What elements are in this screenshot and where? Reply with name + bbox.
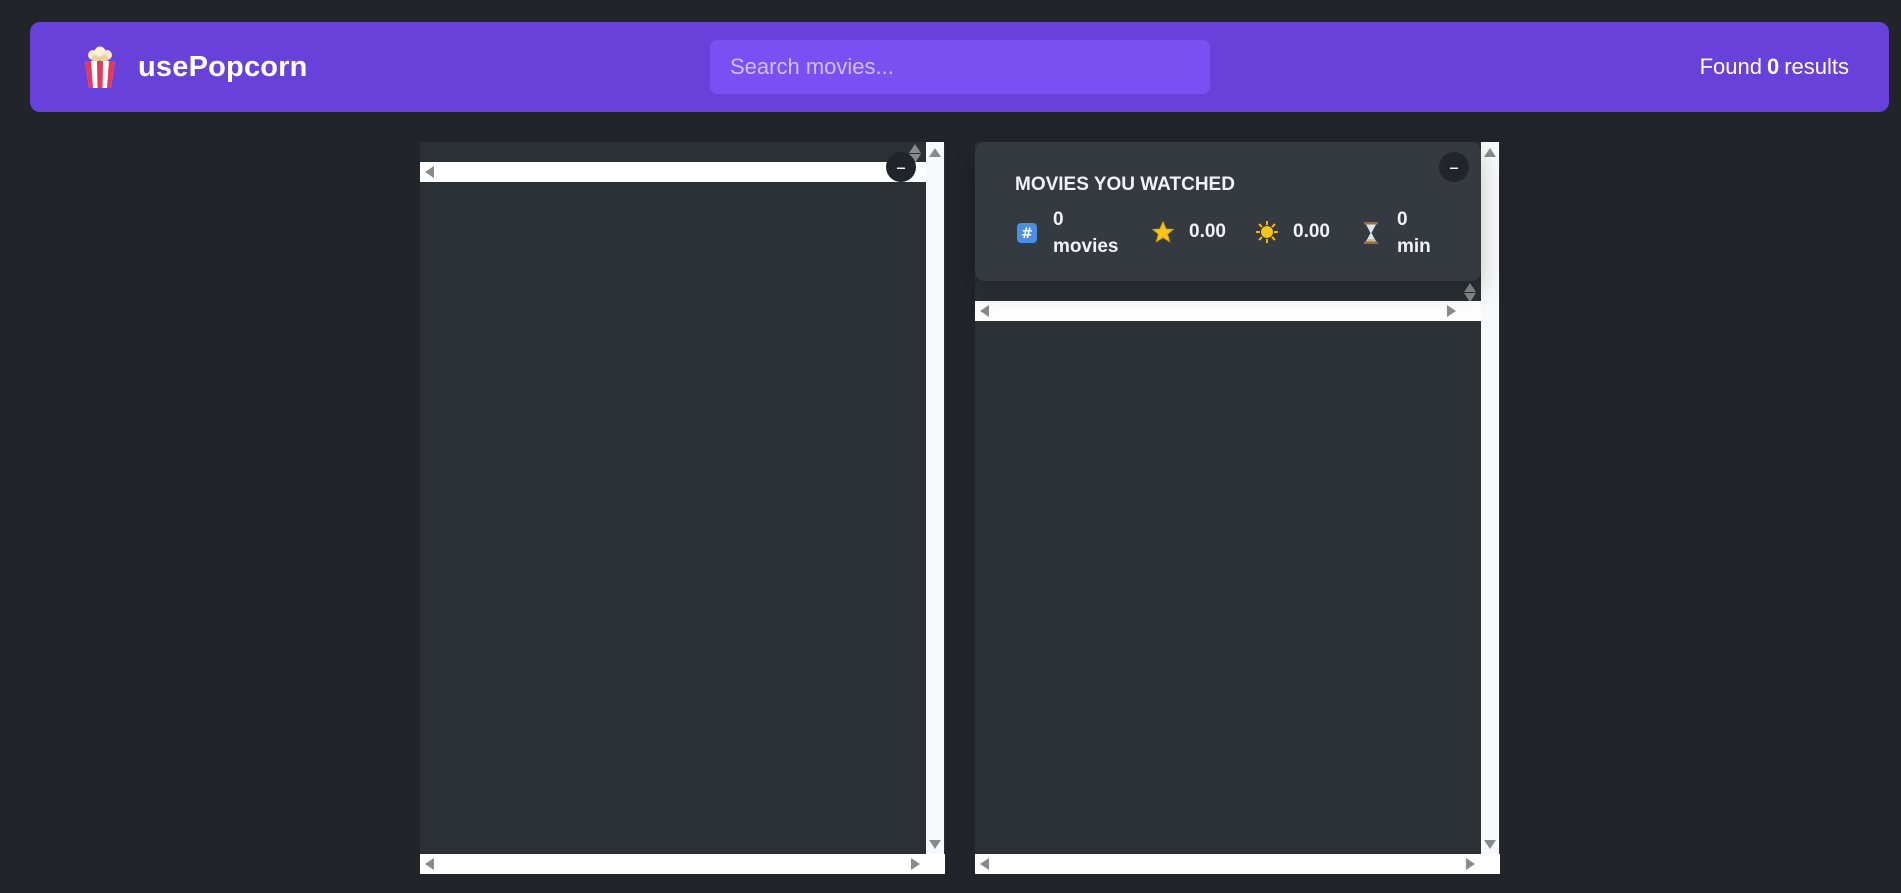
results-prefix: Found [1699, 54, 1762, 79]
watched-bottom-hscrollbar[interactable] [975, 854, 1500, 874]
scroll-right-icon[interactable] [911, 858, 920, 870]
scroll-right-icon[interactable] [1447, 305, 1456, 317]
toggle-watched-button[interactable]: – [1439, 152, 1469, 182]
avg-imdb-rating: 0.00 [1189, 221, 1226, 242]
scroll-left-icon[interactable] [980, 858, 989, 870]
scroll-up-icon[interactable] [909, 144, 921, 153]
scroll-left-icon[interactable] [425, 858, 434, 870]
stat-avg-user: 0.00 [1255, 220, 1330, 244]
scroll-right-icon[interactable] [1466, 858, 1475, 870]
watched-vscrollbar[interactable] [1481, 142, 1499, 874]
stat-runtime: 0 min [1359, 206, 1431, 260]
popcorn-icon [85, 46, 115, 88]
scroll-up-icon[interactable] [1464, 283, 1476, 292]
sun-icon [1256, 221, 1278, 243]
results-count: 0 [1766, 54, 1780, 79]
movies-count: 0 [1053, 209, 1064, 230]
scroll-left-icon[interactable] [980, 305, 989, 317]
watched-mid-hscrollbar[interactable] [975, 301, 1481, 321]
scroll-up-icon[interactable] [1484, 148, 1496, 157]
hash-icon: # [1017, 223, 1037, 243]
search-input[interactable] [710, 40, 1210, 94]
star-icon [1151, 220, 1175, 243]
results-vscrollbar[interactable] [926, 142, 944, 874]
app-title: usePopcorn [138, 50, 308, 83]
scroll-down-icon[interactable] [929, 840, 941, 849]
movies-label: movies [1053, 236, 1119, 257]
stat-movies-count: # 0 movies [1015, 206, 1118, 260]
results-bottom-hscrollbar[interactable] [420, 854, 945, 874]
summary-title: Movies you watched [1015, 174, 1235, 195]
logo: usePopcorn [82, 22, 308, 112]
navbar: usePopcorn Found 0 results [30, 22, 1889, 112]
runtime-label: min [1397, 236, 1431, 257]
scroll-up-icon[interactable] [929, 148, 941, 157]
results-count-text: Found 0 results [1700, 22, 1849, 112]
results-box: – [420, 142, 945, 874]
results-top-hscrollbar[interactable] [420, 162, 926, 182]
scroll-down-icon[interactable] [1484, 840, 1496, 849]
avg-user-rating: 0.00 [1293, 221, 1330, 242]
svg-text:#: # [1021, 226, 1033, 242]
stat-avg-imdb: 0.00 [1151, 220, 1226, 244]
runtime-value: 0 [1397, 209, 1408, 230]
watched-summary: Movies you watched # 0 movies 0.00 0.00 [975, 142, 1481, 281]
toggle-results-button[interactable]: – [886, 152, 916, 182]
scroll-left-icon[interactable] [425, 166, 434, 178]
hourglass-icon [1364, 222, 1378, 244]
results-suffix: results [1784, 54, 1849, 79]
